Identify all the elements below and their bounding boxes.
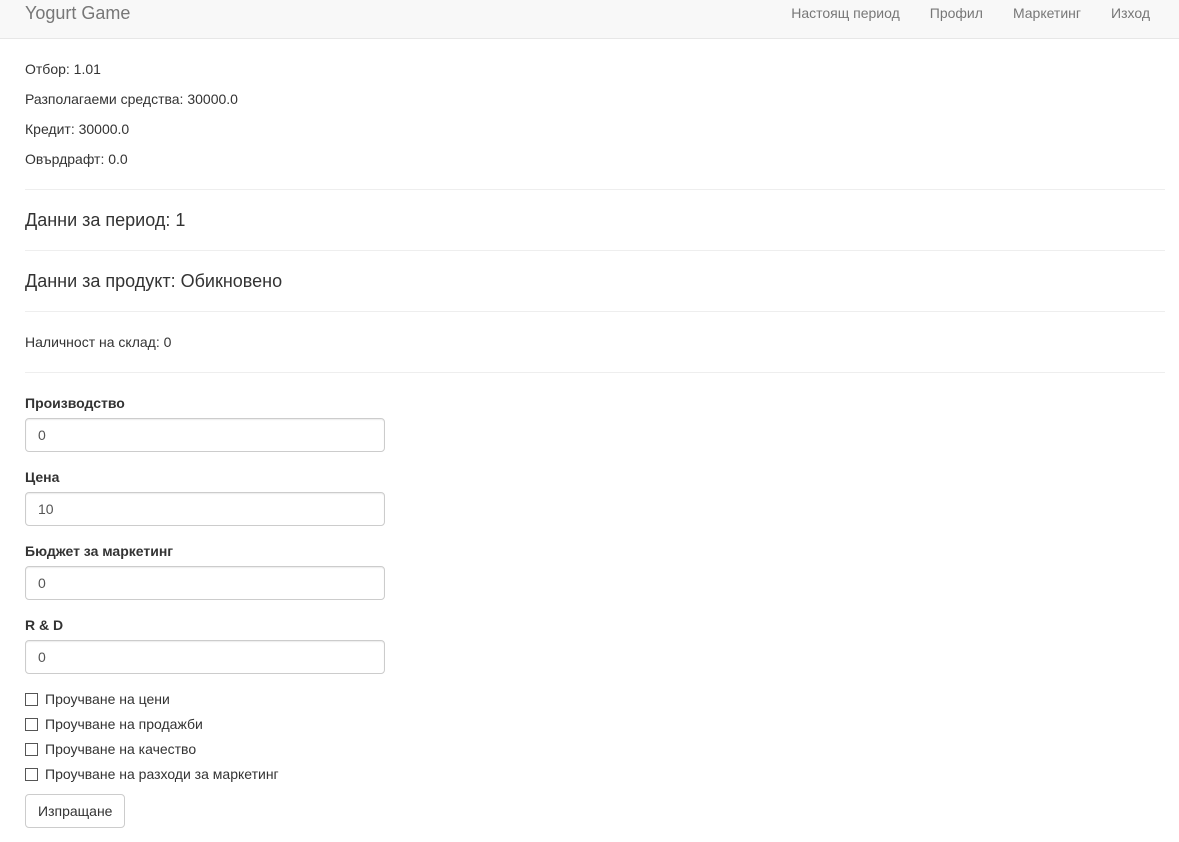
rd-label: R & D	[25, 617, 64, 633]
divider	[25, 189, 1165, 190]
period-heading: Данни за период: 1	[25, 210, 186, 230]
nav-link-profile[interactable]: Профил	[915, 4, 998, 22]
rd-input[interactable]	[25, 640, 385, 674]
divider	[25, 372, 1165, 373]
quality-research-checkbox[interactable]: Проучване на качество	[25, 740, 196, 758]
divider	[25, 250, 1165, 251]
navbar: Yogurt Game Настоящ период Профил Маркет…	[0, 0, 1179, 39]
checkbox-label: Проучване на качество	[45, 741, 197, 757]
marketing-budget-label: Бюджет за маркетинг	[25, 543, 174, 559]
price-research-checkbox[interactable]: Проучване на цени	[25, 690, 170, 708]
checkbox-label: Проучване на цени	[45, 691, 170, 707]
checkbox-icon[interactable]	[25, 742, 38, 756]
sales-research-checkbox[interactable]: Проучване на продажби	[25, 715, 203, 733]
team-text: Отбор: 1.01	[25, 61, 101, 77]
brand-link[interactable]: Yogurt Game	[25, 3, 130, 23]
credit-text: Кредит: 30000.0	[25, 121, 130, 137]
price-label: Цена	[25, 469, 60, 485]
checkbox-icon[interactable]	[25, 767, 38, 781]
marketing-budget-input[interactable]	[25, 566, 385, 600]
nav-links: Настоящ период Профил Маркетинг Изход	[776, 4, 1165, 22]
nav-link-logout[interactable]: Изход	[1096, 4, 1165, 22]
overdraft-text: Овърдрафт: 0.0	[25, 151, 128, 167]
marketing-cost-research-checkbox[interactable]: Проучване на разходи за маркетинг	[25, 765, 279, 783]
nav-link-current-period[interactable]: Настоящ период	[776, 4, 915, 22]
price-input[interactable]	[25, 492, 385, 526]
nav-link-marketing[interactable]: Маркетинг	[998, 4, 1096, 22]
checkbox-icon[interactable]	[25, 717, 38, 731]
funds-text: Разполагаеми средства: 30000.0	[25, 91, 238, 107]
checkbox-label: Проучване на разходи за маркетинг	[45, 766, 279, 782]
stock-text: Наличност на склад: 0	[25, 334, 172, 350]
submit-button[interactable]: Изпращане	[25, 794, 126, 828]
divider	[25, 311, 1165, 312]
checkbox-label: Проучване на продажби	[45, 716, 203, 732]
checkbox-icon[interactable]	[25, 692, 38, 706]
production-input[interactable]	[25, 418, 385, 452]
production-label: Производство	[25, 395, 125, 411]
product-heading: Данни за продукт: Обикновено	[25, 271, 283, 291]
